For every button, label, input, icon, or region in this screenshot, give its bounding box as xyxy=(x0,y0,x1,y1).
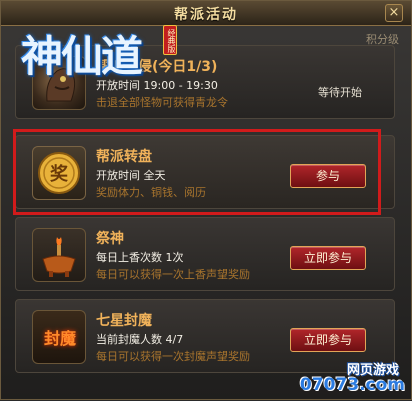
seal-demon-text: 封魔 xyxy=(43,329,76,348)
activity-item-wheel: 奖 帮派转盘 开放时间 全天 奖励体力、铜钱、阅历 参与 xyxy=(15,135,395,209)
seal-demon-icon: 封魔 xyxy=(32,310,86,364)
activity-title: 七星封魔 xyxy=(96,313,152,329)
activity-count: 当前封魔人数 4/7 xyxy=(96,333,184,346)
guild-activity-window: 帮派活动 × 积分级 帮派入侵(今日1/3) 开放时间 19:00 - 19:3… xyxy=(0,0,412,400)
activity-reward: 击退全部怪物可获得青龙令 xyxy=(96,96,228,109)
activity-list: 帮派入侵(今日1/3) 开放时间 19:00 - 19:30 击退全部怪物可获得… xyxy=(15,45,395,401)
coin-character: 奖 xyxy=(50,163,69,185)
activity-reward: 每日可以获得一次上香声望奖励 xyxy=(96,268,250,281)
status-text: 等待开始 xyxy=(318,86,362,99)
gold-coin-icon: 奖 xyxy=(32,146,86,200)
close-button[interactable]: × xyxy=(385,4,403,22)
activity-count: 每日上香次数 1次 xyxy=(96,251,184,264)
join-now-button[interactable]: 立即参与 xyxy=(290,246,366,270)
activity-reward: 每日可以获得一次封魔声望奖励 xyxy=(96,350,250,363)
activity-title: 帮派转盘 xyxy=(96,149,152,165)
activity-reward: 奖励体力、铜钱、阅历 xyxy=(96,186,206,199)
activity-title: 祭神 xyxy=(96,231,124,247)
logo-text: 神仙道 xyxy=(21,32,143,81)
site-watermark: 网页游戏 07073.com xyxy=(295,359,405,395)
logo-badge: 经典版 xyxy=(163,25,177,55)
incense-burner-icon xyxy=(32,228,86,282)
watermark-bottom: 07073.com xyxy=(299,375,405,395)
activity-item-worship: 祭神 每日上香次数 1次 每日可以获得一次上香声望奖励 立即参与 xyxy=(15,217,395,291)
join-now-button[interactable]: 立即参与 xyxy=(290,328,366,352)
game-logo: 神仙道 经典版 xyxy=(17,19,177,81)
join-button[interactable]: 参与 xyxy=(290,164,366,188)
activity-open-time: 开放时间 全天 xyxy=(96,169,166,182)
